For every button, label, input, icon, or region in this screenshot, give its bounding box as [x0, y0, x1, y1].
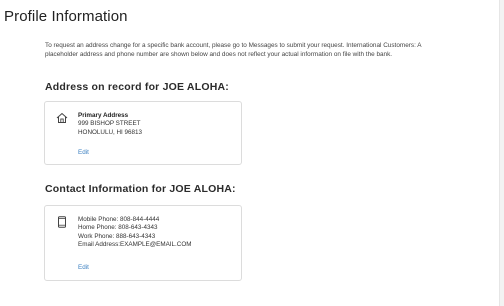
address-card: Primary Address 999 BISHOP STREET HONOLU…	[44, 101, 242, 165]
address-street: 999 BISHOP STREET	[78, 120, 141, 128]
home-phone: Home Phone: 808-643-4343	[78, 224, 158, 232]
profile-page: Profile Information To request an addres…	[0, 0, 504, 306]
contact-card: Mobile Phone: 808-844-4444 Home Phone: 8…	[44, 205, 242, 281]
mobile-phone: Mobile Phone: 808-844-4444	[78, 216, 160, 223]
work-phone: Work Phone: 888-643-4343	[78, 232, 156, 240]
home-icon	[56, 111, 68, 123]
email-address: Email Address:EXAMPLE@EMAIL.COM	[78, 241, 192, 249]
address-section-heading: Address on record for JOE ALOHA:	[45, 81, 229, 93]
edit-address-link[interactable]: Edit	[78, 149, 89, 156]
address-city-state-zip: HONOLULU, HI 96813	[78, 128, 143, 136]
intro-text: To request an address change for a speci…	[45, 42, 422, 58]
address-label: Primary Address	[78, 112, 129, 119]
page-title: Profile Information	[4, 8, 128, 25]
mobile-phone-icon	[56, 215, 68, 228]
vertical-scrollbar[interactable]	[499, 0, 504, 306]
address-lines: Primary Address 999 BISHOP STREET HONOLU…	[78, 112, 142, 137]
edit-contact-link[interactable]: Edit	[78, 264, 89, 271]
contact-section-heading: Contact Information for JOE ALOHA:	[45, 183, 236, 195]
contact-lines: Mobile Phone: 808-844-4444 Home Phone: 8…	[78, 216, 191, 250]
